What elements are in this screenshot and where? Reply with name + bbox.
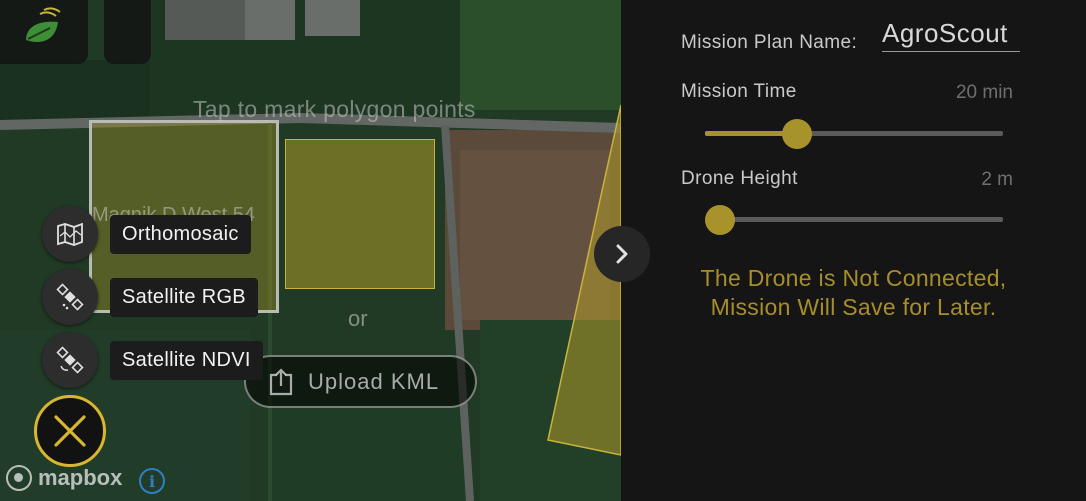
layer-label-satellite-rgb[interactable]: Satellite RGB — [110, 277, 258, 317]
drone-not-connected-warning: The Drone is Not Connected, Mission Will… — [700, 265, 1007, 320]
mapbox-logo-icon — [6, 465, 32, 491]
mapbox-logo: mapbox — [6, 465, 122, 491]
map-control-box[interactable] — [104, 0, 151, 64]
mission-plan-name-input[interactable] — [882, 16, 1020, 52]
mission-time-label: Mission Time — [681, 81, 797, 102]
drone-height-value: 2 m — [981, 169, 1013, 190]
map-hint-text: Tap to mark polygon points — [193, 96, 476, 122]
close-layers-button[interactable] — [34, 395, 106, 467]
satellite-icon — [56, 283, 84, 311]
map-icon — [57, 222, 83, 246]
upload-kml-button[interactable]: Upload KML — [244, 355, 477, 408]
layer-button-satellite-ndvi[interactable] — [42, 332, 98, 388]
collapse-panel-button[interactable] — [594, 226, 650, 282]
field-polygon[interactable] — [285, 139, 435, 289]
upload-kml-label: Upload KML — [308, 368, 440, 394]
layer-button-satellite-rgb[interactable] — [42, 269, 98, 325]
drone-height-label: Drone Height — [681, 168, 798, 189]
layer-button-orthomosaic[interactable] — [42, 206, 98, 262]
layer-label-orthomosaic[interactable]: Orthomosaic — [110, 214, 251, 254]
upload-icon — [269, 367, 293, 395]
layer-option-satellite-rgb[interactable]: Satellite RGB — [42, 269, 258, 325]
layer-option-satellite-ndvi[interactable]: Satellite NDVI — [42, 332, 263, 388]
attribution-info-icon[interactable]: i — [139, 468, 165, 494]
mapbox-logo-text: mapbox — [38, 465, 123, 490]
slider-thumb[interactable] — [705, 205, 735, 235]
layer-label-satellite-ndvi[interactable]: Satellite NDVI — [110, 340, 263, 380]
or-text: or — [348, 306, 368, 331]
layer-option-orthomosaic[interactable]: Orthomosaic — [42, 206, 251, 262]
mission-plan-name-label: Mission Plan Name: — [681, 32, 858, 53]
map-view[interactable]: Tap to mark polygon points Magnik D West… — [0, 0, 621, 501]
mission-settings-panel: Mission Plan Name: Mission Time 20 min D… — [621, 0, 1086, 501]
app-logo-box[interactable] — [0, 0, 88, 64]
slider-track — [705, 217, 1003, 222]
leaf-logo-icon — [26, 7, 61, 42]
mission-time-slider[interactable] — [705, 119, 1003, 149]
mission-time-value: 20 min — [955, 82, 1013, 103]
chevron-right-icon — [616, 244, 628, 264]
close-icon — [54, 415, 86, 447]
drone-height-slider[interactable] — [705, 205, 1003, 235]
satellite-icon — [56, 346, 84, 374]
slider-thumb[interactable] — [782, 119, 812, 149]
